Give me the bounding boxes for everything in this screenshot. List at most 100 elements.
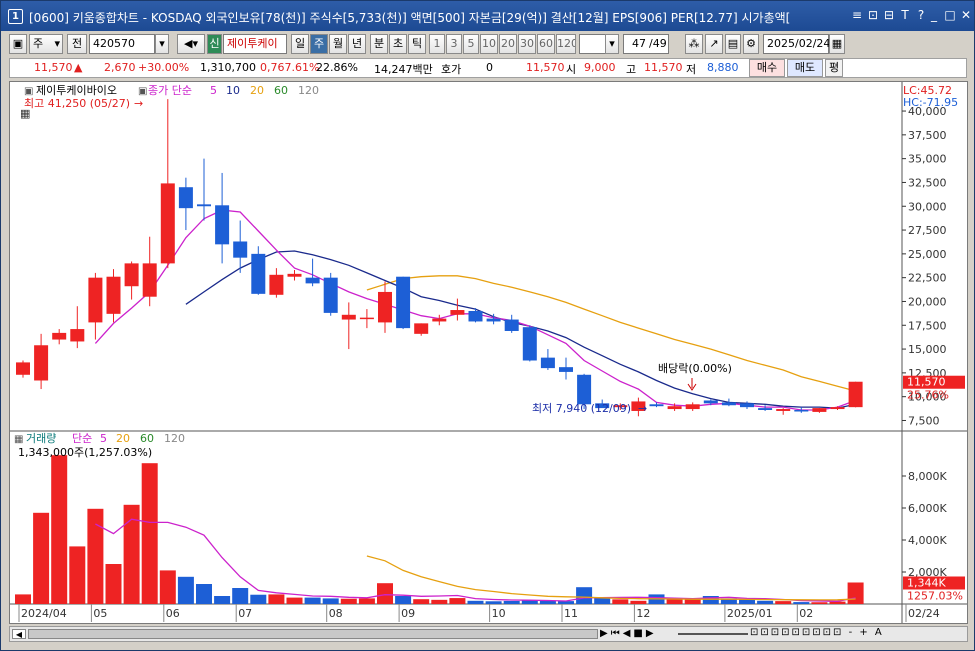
candle-body	[414, 323, 429, 334]
buy-button[interactable]: 매수	[749, 59, 785, 77]
low-price: 8,880	[707, 61, 739, 74]
candle-body	[305, 277, 320, 284]
scroll-thumb[interactable]	[28, 629, 598, 639]
zoom-slider[interactable]	[678, 633, 748, 635]
sell-button[interactable]: 매도	[787, 59, 823, 77]
candle-body	[776, 409, 791, 411]
x-tick-label: 09	[401, 607, 415, 620]
candle-body	[432, 318, 447, 322]
hoga-value: 0	[486, 61, 493, 74]
candle-body	[540, 357, 555, 369]
interval-3-button[interactable]: 3	[446, 34, 462, 54]
period-1-button[interactable]: 주	[310, 34, 328, 54]
sound-icon[interactable]: ◀▾	[177, 34, 205, 54]
new-listing-tag: 신	[207, 34, 222, 54]
candle-body	[178, 187, 193, 209]
volume-bar	[847, 582, 864, 604]
scroll-left-icon[interactable]: ◀	[12, 629, 26, 639]
hoga-price: 11,570	[526, 61, 565, 74]
period-6-button[interactable]: 틱	[408, 34, 426, 54]
high-price: 11,570	[644, 61, 683, 74]
candle-body	[740, 403, 754, 408]
vol-ma-period-120: 120	[164, 432, 185, 445]
y-tick-label: 30,000	[908, 200, 947, 213]
font-icon[interactable]: T	[897, 8, 913, 22]
maximize-button[interactable]: □	[942, 8, 958, 22]
quote-bar: 11,570 ▲ 2,670 +30.00% 1,310,700 0,767.6…	[9, 58, 967, 78]
candle-body	[359, 317, 374, 320]
ma-period-5: 5	[210, 84, 217, 97]
candle-body	[269, 274, 284, 295]
period-select[interactable]: 주 ▾	[29, 34, 63, 54]
interval-60-button[interactable]: 60	[537, 34, 555, 54]
draw-icon[interactable]: ↗	[705, 34, 723, 54]
chart-scrollbar[interactable]: ◀ ▶⏮◀■▶ ⊡⊡⊡⊡⊡⊡⊡⊡⊡ - + A	[9, 626, 968, 642]
period-4-button[interactable]: 분	[370, 34, 388, 54]
last-pct-label: 25.76%	[907, 389, 949, 402]
code-dropdown-icon[interactable]: ▾	[155, 34, 169, 54]
volume-bar	[105, 564, 122, 604]
interval-1-button[interactable]: 1	[429, 34, 445, 54]
volume-bar	[467, 600, 484, 604]
volume-bar	[377, 583, 393, 604]
x-tick-label: 02	[799, 607, 813, 620]
volume-bar	[15, 594, 31, 604]
settings-icon[interactable]: ⚙	[743, 34, 759, 54]
restore-icon[interactable]: ⊡	[865, 8, 881, 22]
link-icon[interactable]: ⁂	[685, 34, 703, 54]
candle-body	[812, 408, 827, 412]
vol-ma-period-5: 5	[100, 432, 107, 445]
ma-period-10: 10	[226, 84, 240, 97]
tool-icons[interactable]: ⊡⊡⊡⊡⊡⊡⊡⊡⊡ - + A	[750, 627, 884, 638]
volume-ratio: 0,767.61%	[260, 61, 320, 74]
candle-body	[323, 277, 338, 313]
playback-controls[interactable]: ▶⏮◀■▶	[600, 628, 657, 639]
cross-icon: ▦	[20, 107, 30, 120]
menu-icon[interactable]: ≡	[849, 8, 865, 22]
interval-120-button[interactable]: 120	[556, 34, 576, 54]
calendar-icon[interactable]: ▦	[829, 34, 845, 54]
blank-dropdown-icon[interactable]: ▾	[605, 34, 619, 54]
period-0-button[interactable]: 일	[291, 34, 309, 54]
interval-30-button[interactable]: 30	[518, 34, 536, 54]
period-5-button[interactable]: 초	[389, 34, 407, 54]
volume-bar	[196, 584, 212, 604]
low-note: 최저 7,940 (12/09)	[532, 402, 631, 415]
vol-legend-box-icon: ▦	[14, 434, 23, 445]
interval-10-button[interactable]: 10	[480, 34, 498, 54]
vol-tick-label: 8,000K	[908, 470, 947, 483]
period-3-button[interactable]: 년	[348, 34, 366, 54]
chart-area[interactable]: 7,500 10,000 12,500 15,000 17,500 20,000 22,50…	[9, 81, 968, 624]
low-arrow-icon: →	[638, 402, 647, 415]
interval-20-button[interactable]: 20	[499, 34, 517, 54]
minimize-button[interactable]: _	[926, 8, 942, 22]
tile-icon[interactable]: ⊟	[881, 8, 897, 22]
period-2-button[interactable]: 월	[329, 34, 347, 54]
y-tick-label: 22,500	[908, 272, 947, 285]
save-icon[interactable]: ▤	[725, 34, 741, 54]
interval-5-button[interactable]: 5	[463, 34, 479, 54]
volume-bar	[431, 599, 448, 604]
date-input[interactable]: 2025/02/24	[763, 34, 830, 54]
candle-body	[468, 310, 483, 322]
close-button[interactable]: ✕	[958, 8, 974, 22]
window-title: [0600] 키움종합차트 - KOSDAQ 외국인보유[78(천)] 주식수[…	[29, 11, 791, 25]
event-note: 배당락(0.00%)	[658, 362, 732, 375]
avg-button[interactable]: 평	[825, 59, 843, 77]
change-percent: +30.00%	[138, 61, 190, 74]
candle-body	[794, 410, 809, 412]
candle-body	[703, 400, 718, 404]
stock-code-input[interactable]: 420570	[89, 34, 155, 54]
x-tick-label: 12	[636, 607, 650, 620]
y-tick-label: 37,500	[908, 129, 947, 142]
volume-bar	[630, 600, 647, 604]
prev-button[interactable]: 전	[67, 34, 87, 54]
x-tick-label: 2024/04	[21, 607, 67, 620]
chart-svg[interactable]: 7,50010,00012,50015,00017,50020,00022,50…	[10, 82, 968, 624]
layout-icon[interactable]: ▣	[9, 34, 27, 54]
candle-body	[758, 408, 773, 411]
candle-body	[577, 374, 592, 405]
open-price: 9,000	[584, 61, 616, 74]
up-arrow-icon: ▲	[74, 61, 83, 74]
candle-body	[215, 205, 230, 245]
